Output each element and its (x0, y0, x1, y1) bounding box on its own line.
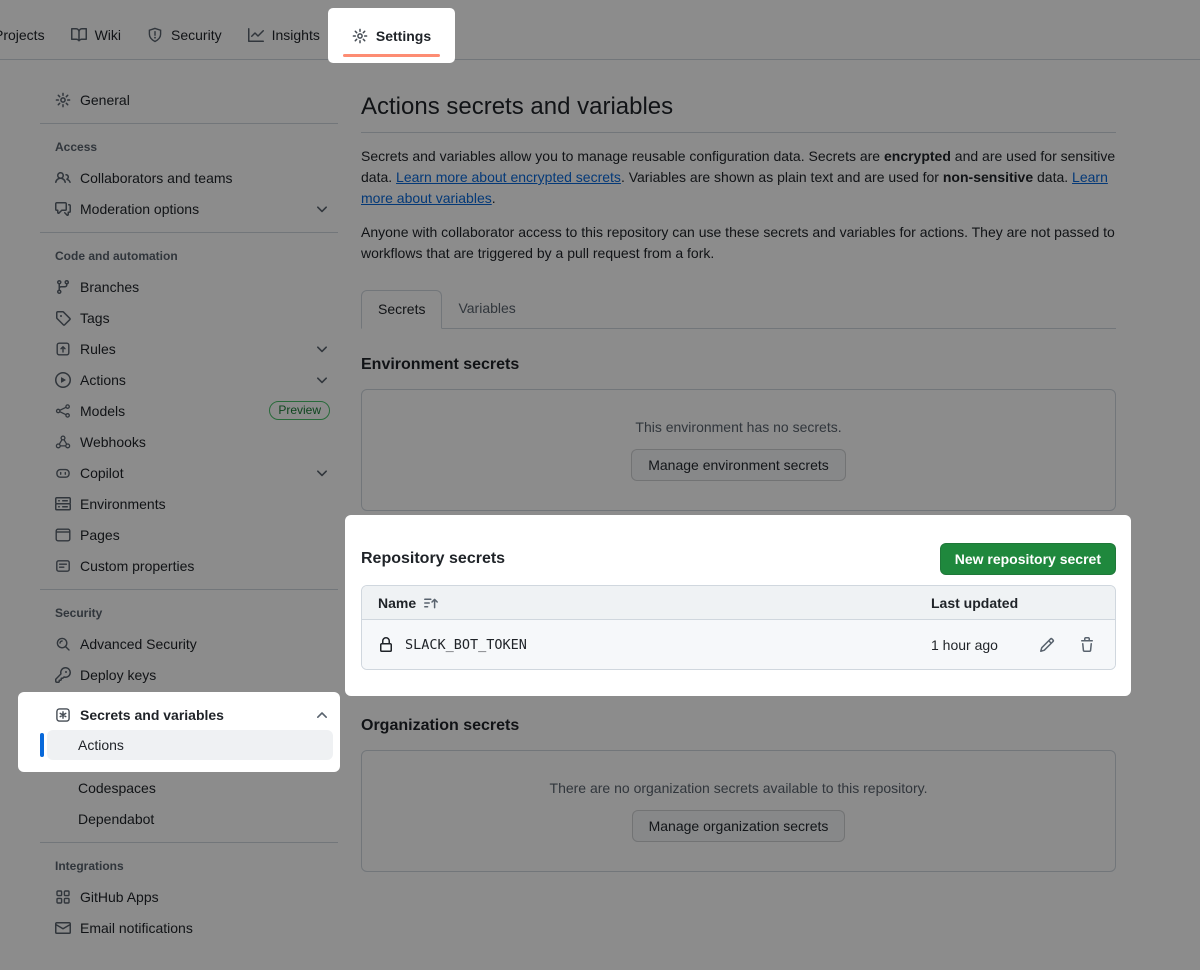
sidebar-item-secrets-and-variables[interactable]: Secrets and variables (40, 700, 338, 730)
key-asterisk-icon (55, 707, 71, 723)
gear-icon (352, 28, 368, 44)
lock-icon (378, 637, 394, 653)
new-repository-secret-button[interactable]: New repository secret (940, 543, 1116, 575)
sidebar-subitem-actions-selected: Actions (40, 730, 338, 760)
repository-secrets-heading: Repository secrets (361, 547, 505, 571)
edit-secret-button[interactable] (1037, 635, 1057, 655)
sidebar-item-label: Secrets and variables (80, 707, 224, 723)
sort-ascending-icon (423, 595, 439, 611)
table-header-row: Name Last updated (362, 586, 1115, 620)
repository-secrets-table: Name Last updated SLACK_BOT_TOKEN 1 hour… (361, 585, 1116, 670)
tab-settings[interactable]: Settings (328, 8, 455, 63)
spotlight-repository-secrets: Repository secrets New repository secret… (345, 515, 1131, 696)
sidebar-item-label: Actions (78, 737, 124, 753)
column-header-last-updated: Last updated (915, 595, 1099, 611)
dim-overlay (0, 0, 1200, 970)
sidebar-subitem-actions[interactable]: Actions (47, 730, 333, 760)
secret-name: SLACK_BOT_TOKEN (405, 637, 527, 653)
tab-settings-label: Settings (376, 28, 431, 44)
spotlight-secrets-and-variables: Secrets and variables Actions (18, 692, 340, 772)
delete-secret-button[interactable] (1077, 635, 1097, 655)
repository-secrets-header: Repository secrets New repository secret (361, 543, 1116, 575)
column-header-name[interactable]: Name (378, 595, 915, 611)
pencil-icon (1039, 637, 1055, 653)
trash-icon (1079, 637, 1095, 653)
column-name-label: Name (378, 595, 416, 611)
secret-updated-cell: 1 hour ago (915, 635, 1099, 655)
secret-name-cell: SLACK_BOT_TOKEN (378, 637, 915, 653)
chevron-up-icon (314, 707, 330, 723)
secret-updated-time: 1 hour ago (931, 637, 998, 653)
table-row: SLACK_BOT_TOKEN 1 hour ago (362, 620, 1115, 669)
